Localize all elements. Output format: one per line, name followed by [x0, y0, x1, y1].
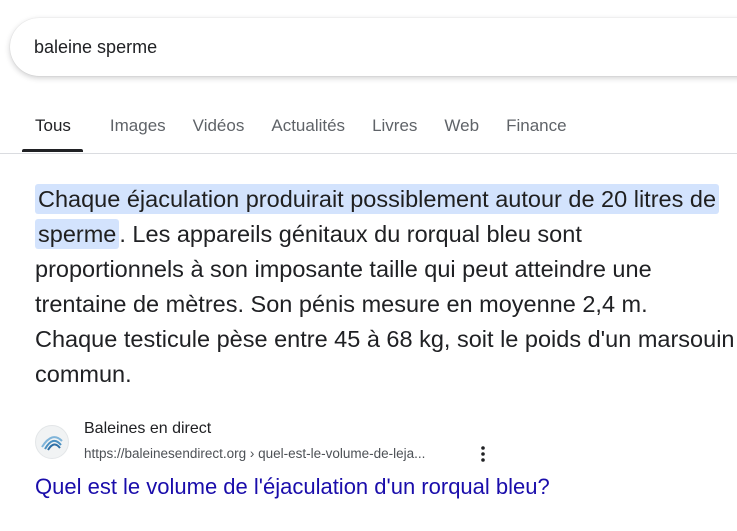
result-title-link[interactable]: Quel est le volume de l'éjaculation d'un… [35, 474, 550, 500]
search-results-page: Tous Images Vidéos Actualités Livres Web… [0, 0, 737, 531]
tab-tous[interactable]: Tous [22, 104, 83, 152]
tab-actualites[interactable]: Actualités [271, 104, 345, 152]
result-source[interactable]: Baleines en direct https://baleinesendir… [35, 418, 735, 468]
search-bar[interactable] [10, 18, 737, 76]
source-name[interactable]: Baleines en direct [84, 420, 211, 438]
tab-videos[interactable]: Vidéos [193, 104, 245, 152]
tab-livres[interactable]: Livres [372, 104, 417, 152]
more-vert-icon[interactable] [475, 442, 491, 466]
tab-images[interactable]: Images [110, 104, 166, 152]
search-input[interactable] [34, 18, 634, 76]
tab-finance[interactable]: Finance [506, 104, 566, 152]
whale-logo-icon [35, 425, 69, 459]
snippet-text: . Les appareils génitaux du rorqual bleu… [35, 221, 735, 387]
tabs-divider [0, 153, 737, 154]
featured-snippet: Chaque éjaculation produirait possibleme… [35, 182, 735, 392]
tab-web[interactable]: Web [444, 104, 479, 152]
source-url[interactable]: https://baleinesendirect.org › quel-est-… [84, 446, 425, 461]
search-tabs: Tous Images Vidéos Actualités Livres Web… [22, 104, 594, 154]
